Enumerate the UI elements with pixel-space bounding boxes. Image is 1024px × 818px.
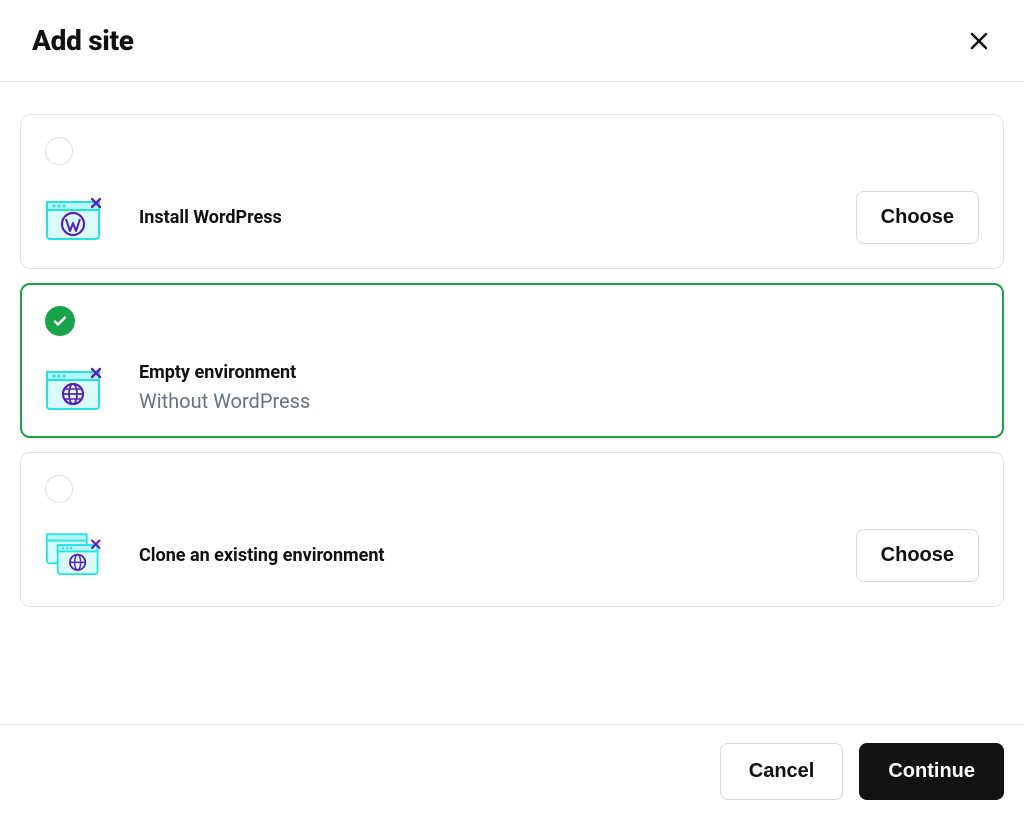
option-text: Empty environment Without WordPress	[139, 362, 979, 413]
option-row: Clone an existing environment Choose	[45, 529, 979, 582]
option-text: Install WordPress	[139, 207, 856, 228]
close-button[interactable]	[966, 28, 992, 54]
globe-browser-icon	[45, 364, 103, 412]
option-clone-environment[interactable]: Clone an existing environment Choose	[20, 452, 1004, 607]
close-icon	[970, 32, 988, 50]
radio-checked-icon	[45, 306, 75, 336]
option-text: Clone an existing environment	[139, 545, 856, 566]
modal-header: Add site	[0, 0, 1024, 82]
option-row: Install WordPress Choose	[45, 191, 979, 244]
modal-body: Install WordPress Choose	[0, 82, 1024, 607]
choose-button[interactable]: Choose	[856, 529, 979, 582]
radio-unchecked-icon	[45, 137, 73, 165]
option-install-wordpress[interactable]: Install WordPress Choose	[20, 114, 1004, 269]
choose-button[interactable]: Choose	[856, 191, 979, 244]
option-subtitle: Without WordPress	[139, 389, 979, 413]
radio-unchecked-icon	[45, 475, 73, 503]
cancel-button[interactable]: Cancel	[720, 743, 844, 800]
continue-button[interactable]: Continue	[859, 743, 1004, 800]
clone-browser-icon	[45, 532, 103, 580]
modal-title: Add site	[32, 24, 134, 57]
option-row: Empty environment Without WordPress	[45, 362, 979, 413]
wordpress-browser-icon	[45, 194, 103, 242]
option-title: Clone an existing environment	[139, 545, 856, 566]
option-title: Empty environment	[139, 362, 979, 383]
option-title: Install WordPress	[139, 207, 856, 228]
modal-footer: Cancel Continue	[0, 724, 1024, 818]
option-empty-environment[interactable]: Empty environment Without WordPress	[20, 283, 1004, 438]
